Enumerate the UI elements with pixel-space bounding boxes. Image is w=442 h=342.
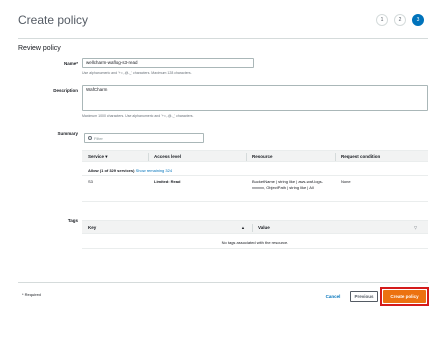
column-request-condition[interactable]: Request condition bbox=[341, 154, 380, 159]
tags-table-header: Key ▲ Value ▽ bbox=[82, 220, 428, 234]
page-title: Create policy bbox=[18, 13, 89, 27]
sort-up-icon[interactable]: ▲ bbox=[241, 225, 245, 230]
name-label: Name* bbox=[63, 61, 78, 66]
show-remaining-link[interactable]: Show remaining 324 bbox=[136, 168, 172, 173]
sort-down-icon: ▾ bbox=[105, 154, 108, 159]
column-key[interactable]: Key bbox=[88, 225, 96, 230]
column-divider bbox=[335, 153, 336, 161]
access-level-value: Limited: Read bbox=[154, 179, 181, 184]
previous-button[interactable]: Previous bbox=[350, 291, 378, 302]
review-heading: Review policy bbox=[18, 45, 61, 52]
description-field[interactable]: WafCharm bbox=[82, 85, 428, 111]
summary-filter-input[interactable]: Filter bbox=[84, 133, 204, 143]
filter-placeholder: Filter bbox=[94, 135, 103, 141]
step-2: 2 bbox=[394, 14, 406, 26]
summary-label: Summary bbox=[57, 131, 78, 136]
column-value[interactable]: Value bbox=[258, 225, 270, 230]
name-hint: Use alphanumeric and '+=,.@-_' character… bbox=[82, 71, 192, 75]
search-icon bbox=[88, 136, 92, 140]
step-indicator: 1 2 3 bbox=[376, 14, 424, 26]
cancel-button[interactable]: Cancel bbox=[322, 292, 344, 301]
column-service[interactable]: Service ▾ bbox=[88, 154, 108, 160]
column-divider bbox=[252, 224, 253, 232]
column-access-level[interactable]: Access level bbox=[154, 154, 181, 159]
description-hint: Maximum 1000 characters. Use alphanumeri… bbox=[82, 114, 194, 118]
row-divider bbox=[82, 201, 428, 202]
sort-icon[interactable]: ▽ bbox=[414, 225, 417, 230]
name-field[interactable]: wellcharm-waflog-s3-read bbox=[82, 58, 254, 68]
create-policy-button[interactable]: Create policy bbox=[383, 290, 426, 303]
description-label: Description bbox=[53, 88, 78, 93]
column-divider bbox=[246, 153, 247, 161]
summary-table-header: Service ▾ Access level Resource Request … bbox=[82, 150, 428, 162]
column-divider bbox=[148, 153, 149, 161]
step-3-current: 3 bbox=[412, 14, 424, 26]
tags-empty-message: No tags associated with the resource. bbox=[221, 240, 289, 245]
row-divider bbox=[82, 248, 428, 249]
required-note: * Required bbox=[22, 292, 41, 297]
header-divider bbox=[18, 38, 428, 39]
request-condition-value: None bbox=[341, 179, 351, 184]
column-resource[interactable]: Resource bbox=[252, 154, 273, 159]
footer-divider bbox=[18, 282, 428, 283]
resource-value: BucketName | string like | aws-waf-logs-… bbox=[252, 179, 323, 190]
allow-group-row: Allow (1 of 329 services) Show remaining… bbox=[82, 165, 428, 176]
step-1: 1 bbox=[376, 14, 388, 26]
tags-label: Tags bbox=[67, 218, 78, 223]
service-link-s3[interactable]: S3 bbox=[88, 179, 93, 185]
allow-count: Allow (1 of 329 services) bbox=[88, 168, 135, 173]
